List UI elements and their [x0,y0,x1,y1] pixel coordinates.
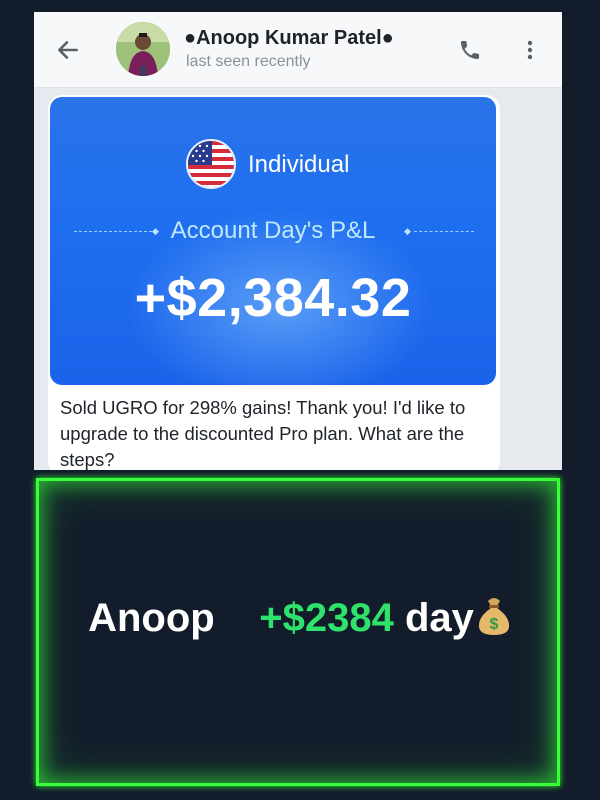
caption-name: Anoop [88,596,215,640]
caption-panel: Anoop +$2384 day $ [36,478,560,786]
caption-suffix: day [404,596,474,640]
back-arrow-icon [58,41,78,59]
message-bubble[interactable]: Individual ◆ Account Day's P&L ◆ +$2,384… [48,95,500,470]
account-type: Individual [248,151,350,178]
pnl-value: +$2,384.32 [134,268,412,328]
chat-header: ●Anoop Kumar Patel● last seen recently [34,12,562,88]
back-button[interactable] [52,34,84,66]
caption-amount: +$2384 [259,596,394,640]
contact-name[interactable]: ●Anoop Kumar Patel● [184,27,394,50]
more-vertical-icon [527,40,533,60]
chat-screenshot: ●Anoop Kumar Patel● last seen recently I… [34,12,562,470]
divider-right [414,231,474,232]
caption: Anoop +$2384 day $ [39,593,563,641]
phone-icon [461,41,479,59]
pnl-label-row: ◆ Account Day's P&L ◆ [50,217,496,247]
divider-dot-right: ◆ [404,226,411,236]
avatar[interactable] [116,22,170,76]
contact-status: last seen recently [186,53,311,70]
svg-text:$: $ [489,616,498,633]
pnl-card-image[interactable]: Individual ◆ Account Day's P&L ◆ +$2,384… [50,97,496,385]
call-button[interactable] [454,34,486,66]
us-flag-icon [186,139,236,189]
more-options-button[interactable] [518,34,542,66]
chat-body: Individual ◆ Account Day's P&L ◆ +$2,384… [34,89,562,470]
money-bag-icon: $ [478,598,509,635]
message-text: Sold UGRO for 298% gains! Thank you! I'd… [60,397,466,470]
